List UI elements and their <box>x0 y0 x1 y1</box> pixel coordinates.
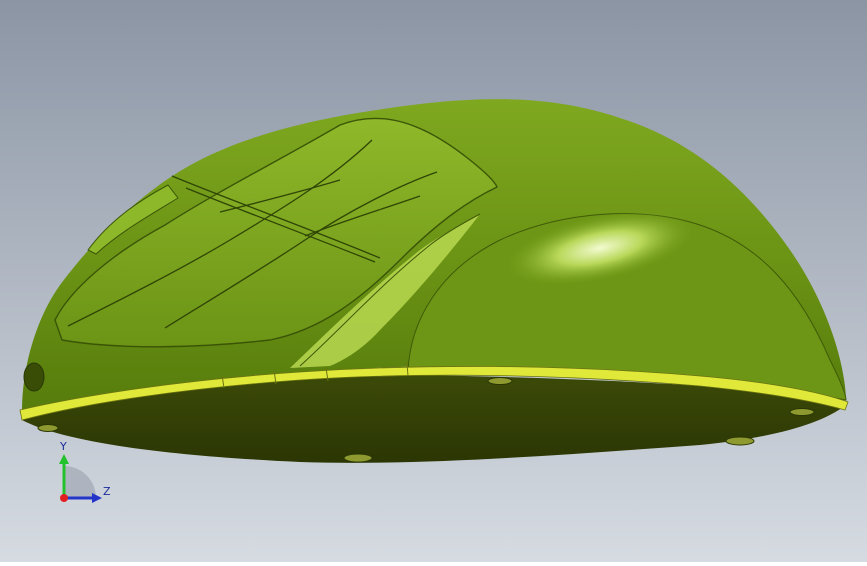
model-view[interactable] <box>0 0 867 562</box>
orientation-triad[interactable]: Y Z <box>52 440 122 510</box>
z-axis-label: Z <box>103 485 111 498</box>
graphics-viewport[interactable]: Y Z <box>0 0 867 562</box>
front-hole <box>23 362 45 392</box>
y-axis-arrow-icon <box>59 454 69 464</box>
y-axis-label: Y <box>60 440 67 453</box>
z-axis-arrow-icon <box>92 493 102 503</box>
triad-plane-shading <box>64 466 96 498</box>
x-axis-dot-icon <box>60 494 68 502</box>
